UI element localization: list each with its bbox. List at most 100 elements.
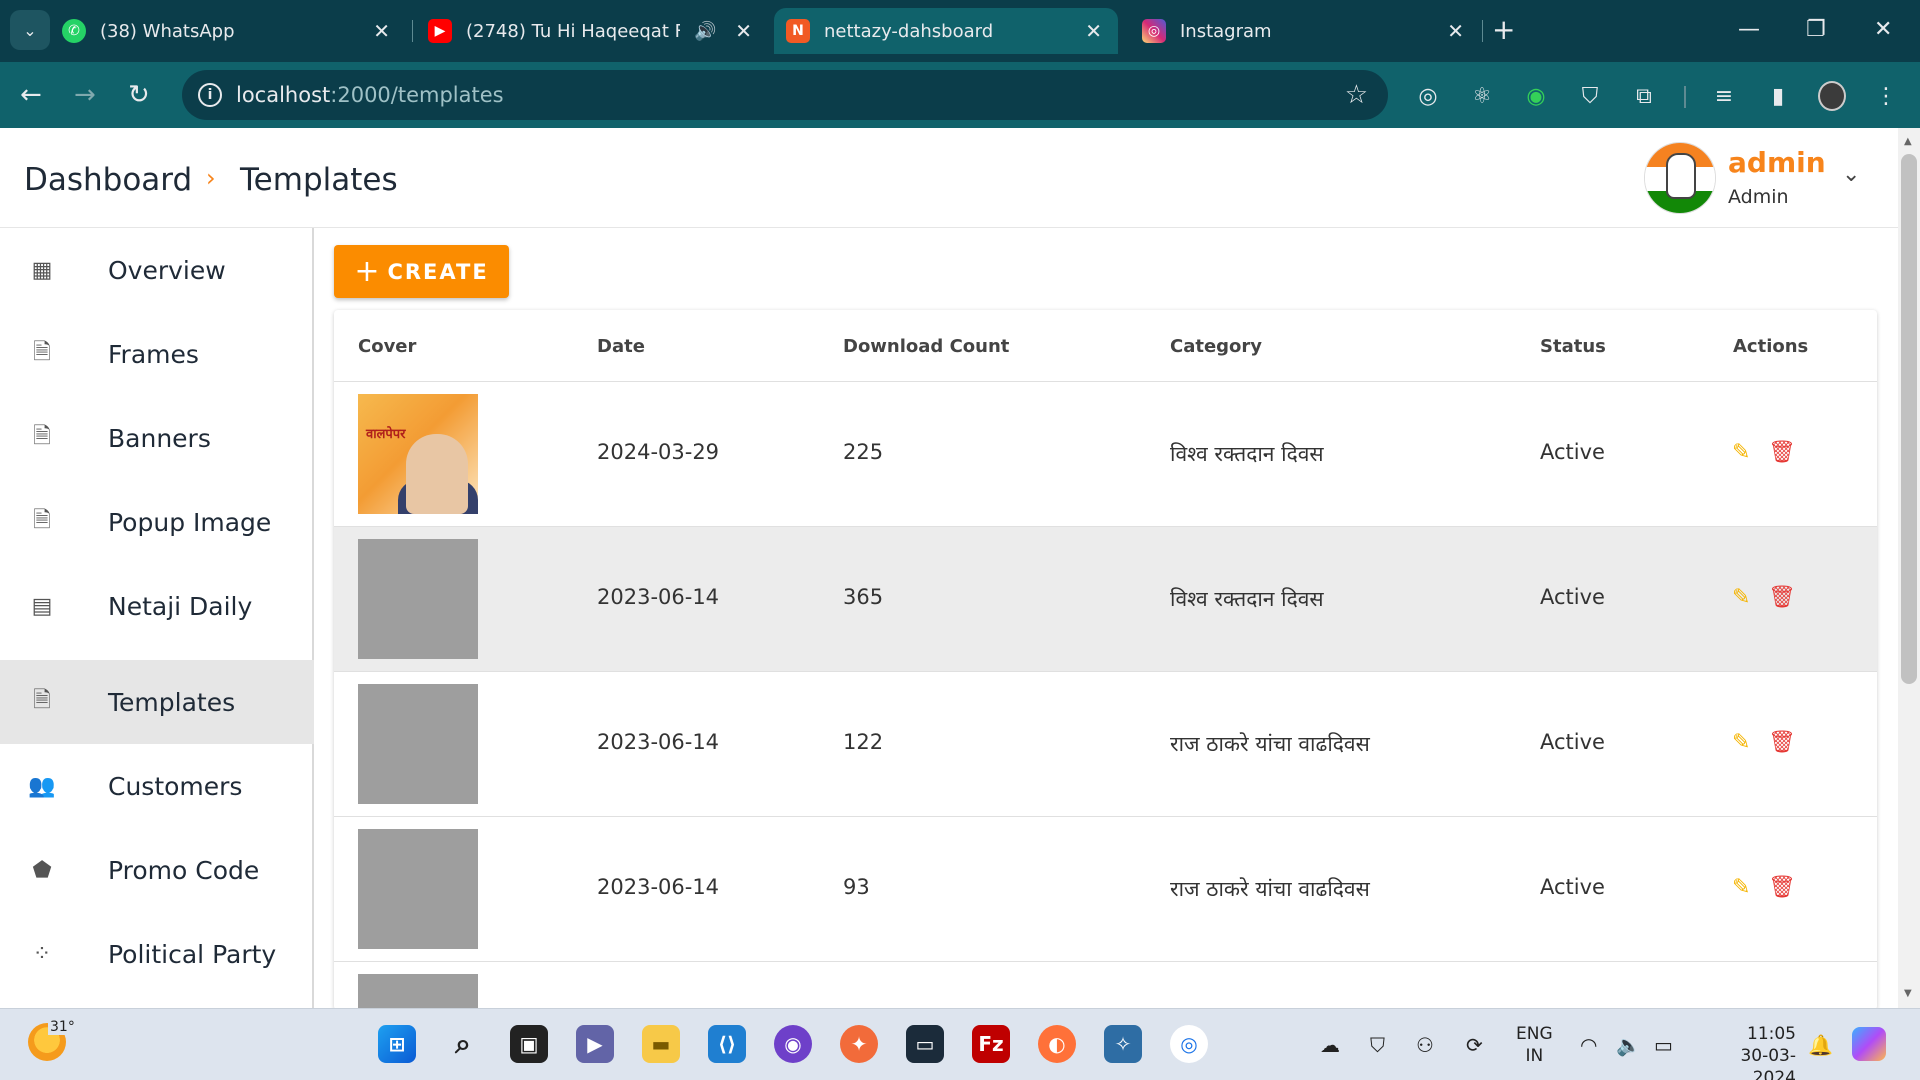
windows-start-icon[interactable]: ⊞ — [378, 1025, 416, 1063]
sidebar-item-promo-code[interactable]: ⬟ Promo Code — [0, 828, 314, 912]
cover-thumbnail[interactable]: वालपेपर — [358, 394, 478, 514]
cover-thumbnail[interactable] — [358, 539, 478, 659]
scroll-up-icon[interactable]: ▲ — [1904, 136, 1912, 147]
column-header-date: Date — [597, 336, 645, 357]
notification-bell-icon[interactable]: 🔔 — [1808, 1033, 1833, 1057]
forward-icon[interactable]: → — [74, 78, 96, 112]
cell-category: राज ठाकरे यांचा वाढदिवस — [1170, 877, 1370, 901]
vscode-icon[interactable]: ⟨⟩ — [708, 1025, 746, 1063]
dashboard-icon: ▦ — [31, 257, 53, 283]
avatar[interactable] — [1644, 142, 1716, 214]
site-info-icon[interactable]: i — [198, 83, 222, 107]
tab-title: nettazy-dahsboard — [824, 20, 994, 42]
delete-trash-icon[interactable]: 🗑 — [1768, 730, 1796, 755]
edit-pencil-icon[interactable]: ✎ — [1732, 440, 1750, 465]
task-view-icon[interactable]: ▣ — [510, 1025, 548, 1063]
system-clock[interactable]: 11:05 30-03-2024 — [1700, 1023, 1796, 1080]
network-app-icon[interactable]: ⚇ — [1416, 1033, 1434, 1057]
chrome-icon[interactable]: ◎ — [1170, 1025, 1208, 1063]
sidebar-item-overview[interactable]: ▦ Overview — [0, 228, 314, 312]
chevron-down-icon[interactable]: ⌄ — [1842, 162, 1860, 187]
tab-divider — [1482, 20, 1483, 42]
close-tab-icon[interactable]: ✕ — [373, 19, 390, 43]
shield-extension-icon[interactable]: ⛉ — [1576, 82, 1604, 110]
sidebar-item-banners[interactable]: 🗎 Banners — [0, 396, 314, 480]
tab-whatsapp[interactable]: ✆ (38) WhatsApp ✕ — [62, 8, 406, 54]
language-indicator[interactable]: ENG IN — [1516, 1023, 1553, 1067]
table-row[interactable]: 2023-06-14 93 राज ठाकरे यांचा वाढदिवस Ac… — [334, 817, 1877, 962]
back-icon[interactable]: ← — [20, 78, 42, 112]
close-window-icon[interactable]: ✕ — [1874, 14, 1892, 46]
teams-chat-icon[interactable]: ▶ — [576, 1025, 614, 1063]
eye-extension-icon[interactable]: ◉ — [1522, 82, 1550, 110]
address-bar[interactable]: i localhost:2000/templates ☆ — [182, 70, 1388, 120]
new-tab-icon[interactable]: + — [1492, 14, 1515, 46]
mysql-workbench-icon[interactable]: ✧ — [1104, 1025, 1142, 1063]
restore-icon[interactable]: ❐ — [1806, 14, 1826, 46]
create-button[interactable]: + CREATE — [334, 245, 509, 298]
app-header: Dashboard › Templates admin Admin ⌄ — [0, 128, 1898, 228]
table-row[interactable]: 2023-06-14 365 विश्व रक्तदान दिवस Active… — [334, 527, 1877, 672]
sidebar-item-frames[interactable]: 🗎 Frames — [0, 312, 314, 396]
delete-trash-icon[interactable]: 🗑 — [1768, 440, 1796, 465]
reading-list-icon[interactable]: ≡ — [1710, 82, 1738, 110]
url-text[interactable]: localhost:2000/templates — [236, 83, 504, 107]
tab-youtube[interactable]: ▶ (2748) Tu Hi Haqeeqat Full 🔊 ✕ — [428, 8, 768, 54]
sidebar-item-customers[interactable]: 👥 Customers — [0, 744, 314, 828]
sidebar-item-popup-image[interactable]: 🗎 Popup Image — [0, 480, 314, 564]
edit-pencil-icon[interactable]: ✎ — [1732, 875, 1750, 900]
battery-icon[interactable]: ▭ — [1654, 1033, 1673, 1057]
close-tab-icon[interactable]: ✕ — [1085, 19, 1102, 43]
delete-trash-icon[interactable]: 🗑 — [1768, 875, 1796, 900]
github-desktop-icon[interactable]: ◉ — [774, 1025, 812, 1063]
firefox-icon[interactable]: ◐ — [1038, 1025, 1076, 1063]
tab-title: (2748) Tu Hi Haqeeqat Full — [466, 20, 680, 42]
terminal-icon[interactable]: ▭ — [906, 1025, 944, 1063]
extensions-puzzle-icon[interactable]: ⧉ — [1630, 82, 1658, 110]
edit-pencil-icon[interactable]: ✎ — [1732, 585, 1750, 610]
table-row[interactable]: 2023-06-14 122 राज ठाकरे यांचा वाढदिवस A… — [334, 672, 1877, 817]
scroll-down-icon[interactable]: ▼ — [1904, 988, 1912, 999]
postman-icon[interactable]: ✦ — [840, 1025, 878, 1063]
cover-thumbnail[interactable] — [358, 974, 478, 1010]
edit-pencil-icon[interactable]: ✎ — [1732, 730, 1750, 755]
close-tab-icon[interactable]: ✕ — [735, 19, 752, 43]
tab-search-button[interactable]: ⌄ — [10, 10, 50, 50]
menu-kebab-icon[interactable]: ⋮ — [1872, 82, 1900, 110]
defender-shield-icon[interactable]: ⛉ — [1370, 1033, 1385, 1057]
react-devtools-icon[interactable]: ⚛ — [1468, 82, 1496, 110]
copilot-icon[interactable] — [1852, 1027, 1886, 1061]
sync-icon[interactable]: ⟳ — [1466, 1033, 1483, 1057]
audio-playing-icon[interactable]: 🔊 — [694, 21, 716, 42]
delete-trash-icon[interactable]: 🗑 — [1768, 585, 1796, 610]
sidebar-item-netaji-daily[interactable]: ▤ Netaji Daily — [0, 564, 314, 648]
cell-category: विश्व रक्तदान दिवस — [1170, 442, 1324, 466]
user-role: Admin — [1728, 186, 1789, 208]
search-icon[interactable]: ⌕ — [444, 1025, 482, 1063]
reload-icon[interactable]: ↻ — [128, 78, 150, 112]
sidebar-item-political-party[interactable]: ⁘ Political Party — [0, 912, 314, 996]
page-scrollbar[interactable]: ▲ ▼ — [1898, 128, 1920, 1008]
tab-instagram[interactable]: ◎ Instagram ✕ — [1128, 8, 1480, 54]
profile-avatar-icon[interactable] — [1818, 81, 1846, 111]
wifi-icon[interactable]: ◠ — [1580, 1033, 1597, 1057]
scrollbar-thumb[interactable] — [1901, 154, 1917, 684]
close-tab-icon[interactable]: ✕ — [1447, 19, 1464, 43]
table-row[interactable]: वालपेपर 2024-03-29 225 विश्व रक्तदान दिव… — [334, 382, 1877, 527]
volume-icon[interactable]: 🔈 — [1616, 1033, 1641, 1057]
bookmark-star-icon[interactable]: ☆ — [1345, 80, 1368, 110]
file-explorer-icon[interactable]: ▬ — [642, 1025, 680, 1063]
filezilla-icon[interactable]: Fz — [972, 1025, 1010, 1063]
table-row[interactable] — [334, 962, 1877, 1010]
side-panel-icon[interactable]: ▮ — [1764, 82, 1792, 110]
tab-nettazy-dashboard[interactable]: N nettazy-dahsboard ✕ — [774, 8, 1118, 54]
instagram-icon: ◎ — [1142, 19, 1166, 43]
cover-thumbnail[interactable] — [358, 829, 478, 949]
cover-thumbnail[interactable] — [358, 684, 478, 804]
extension-target-icon[interactable]: ◎ — [1414, 82, 1442, 110]
onedrive-icon[interactable]: ☁ — [1320, 1033, 1340, 1057]
sidebar: ▦ Overview 🗎 Frames 🗎 Banners 🗎 Popup Im… — [0, 228, 314, 1008]
breadcrumb-dashboard[interactable]: Dashboard — [24, 162, 192, 198]
minimize-icon[interactable]: — — [1738, 14, 1760, 46]
sidebar-item-templates[interactable]: 🗎 Templates — [0, 660, 314, 744]
